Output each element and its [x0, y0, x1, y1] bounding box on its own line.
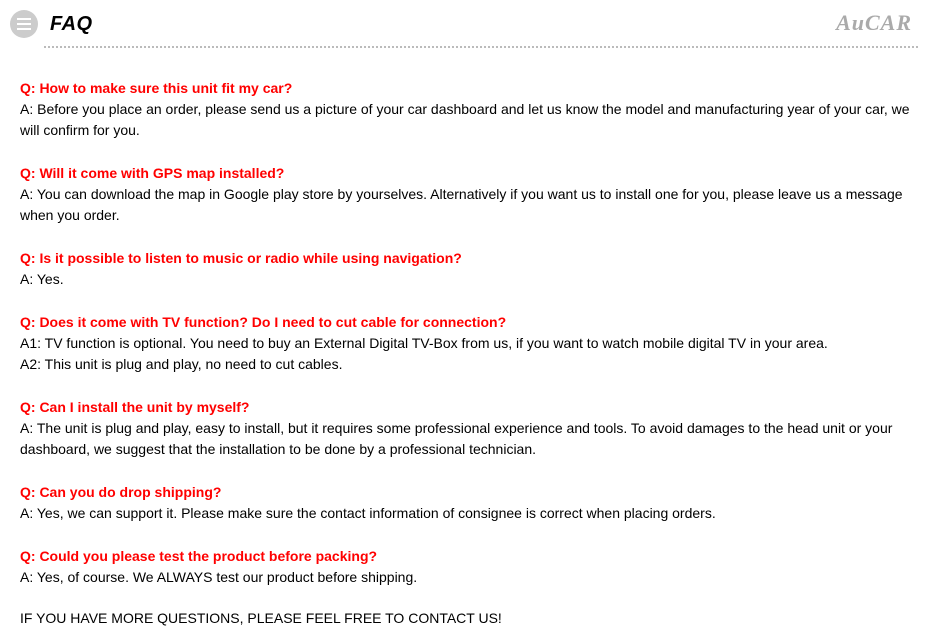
faq-item: Q: Will it come with GPS map installed?A…	[20, 163, 910, 226]
faq-answer: A2: This unit is plug and play, no need …	[20, 354, 910, 375]
faq-item: Q: Could you please test the product bef…	[20, 546, 910, 588]
faq-answer: A: You can download the map in Google pl…	[20, 184, 910, 226]
faq-question: Q: Can you do drop shipping?	[20, 482, 910, 503]
brand-logo: AuCAR	[836, 10, 912, 36]
menu-icon[interactable]	[10, 10, 38, 38]
faq-item: Q: Can I install the unit by myself?A: T…	[20, 397, 910, 460]
faq-question: Q: Will it come with GPS map installed?	[20, 163, 910, 184]
footer-note: IF YOU HAVE MORE QUESTIONS, PLEASE FEEL …	[20, 610, 910, 626]
faq-item: Q: Is it possible to listen to music or …	[20, 248, 910, 290]
faq-question: Q: Could you please test the product bef…	[20, 546, 910, 567]
header: FAQ AuCAR	[0, 0, 930, 46]
faq-answer: A1: TV function is optional. You need to…	[20, 333, 910, 354]
faq-answer: A: Yes, we can support it. Please make s…	[20, 503, 910, 524]
hamburger-icon	[17, 18, 31, 30]
faq-item: Q: Does it come with TV function? Do I n…	[20, 312, 910, 375]
faq-content: Q: How to make sure this unit fit my car…	[0, 48, 930, 636]
page-title: FAQ	[50, 13, 93, 36]
faq-answer: A: Yes, of course. We ALWAYS test our pr…	[20, 567, 910, 588]
faq-item: Q: How to make sure this unit fit my car…	[20, 78, 910, 141]
faq-question: Q: How to make sure this unit fit my car…	[20, 78, 910, 99]
faq-answer: A: Before you place an order, please sen…	[20, 99, 910, 141]
faq-answer: A: The unit is plug and play, easy to in…	[20, 418, 910, 460]
faq-question: Q: Does it come with TV function? Do I n…	[20, 312, 910, 333]
faq-answer: A: Yes.	[20, 269, 910, 290]
faq-question: Q: Can I install the unit by myself?	[20, 397, 910, 418]
faq-item: Q: Can you do drop shipping?A: Yes, we c…	[20, 482, 910, 524]
faq-question: Q: Is it possible to listen to music or …	[20, 248, 910, 269]
